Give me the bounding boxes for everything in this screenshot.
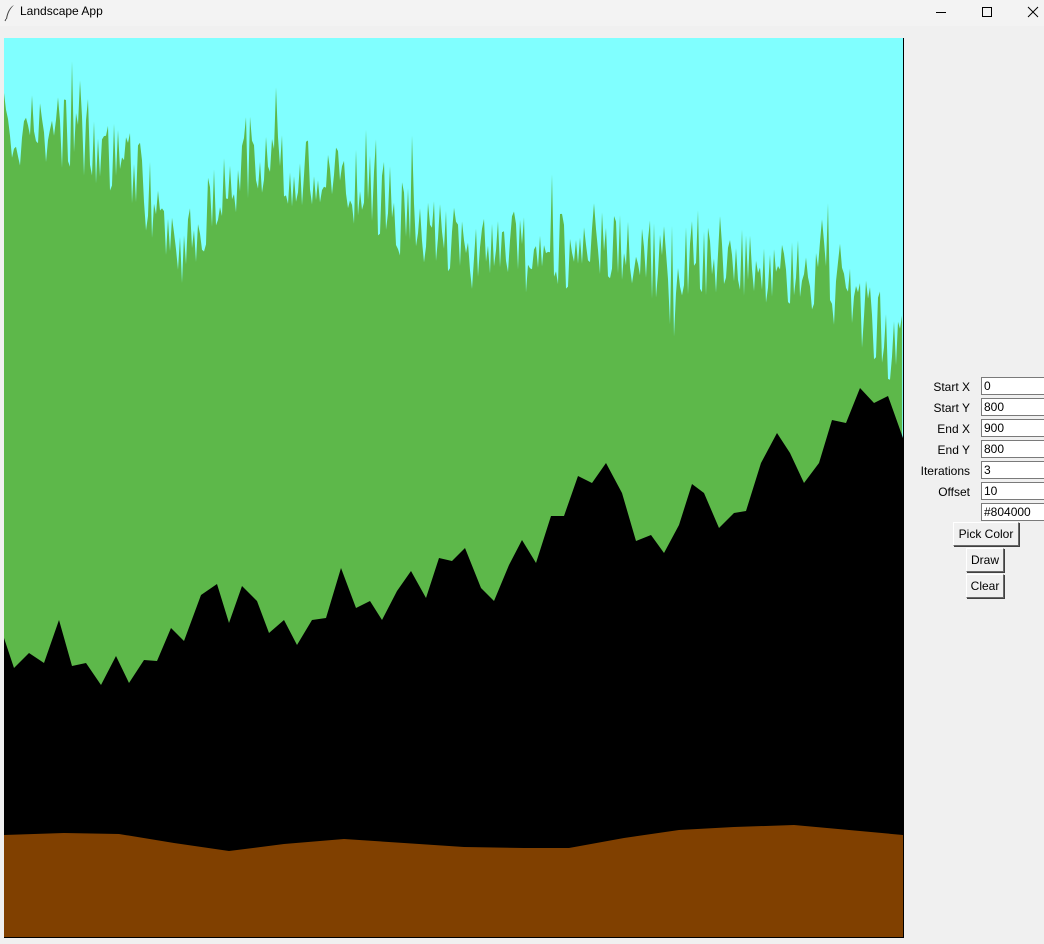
end-x-label: End X [937,422,970,436]
start-y-input[interactable] [981,398,1044,416]
end-y-input[interactable] [981,440,1044,458]
offset-label: Offset [938,485,970,499]
draw-button[interactable]: Draw [966,548,1004,572]
start-x-row: Start X [904,376,1044,397]
title-bar: Landscape App [0,0,1044,26]
minimize-icon [936,12,946,13]
landscape-drawing [4,38,903,937]
color-input[interactable] [981,503,1044,521]
close-icon [1027,6,1039,18]
landscape-canvas[interactable] [4,38,904,938]
window-title: Landscape App [20,4,103,18]
iterations-row: Iterations [904,460,1044,481]
offset-row: Offset [904,481,1044,502]
iterations-label: Iterations [920,464,970,478]
end-y-row: End Y [904,439,1044,460]
feather-icon [4,5,14,22]
control-panel: Start X Start Y End X End Y Iterations O… [904,376,1044,606]
pick-color-button[interactable]: Pick Color [953,522,1019,546]
maximize-icon [982,7,992,17]
maximize-button[interactable] [964,0,1010,24]
close-button[interactable] [1010,0,1044,24]
end-x-input[interactable] [981,419,1044,437]
start-y-label: Start Y [933,401,970,415]
end-x-row: End X [904,418,1044,439]
minimize-button[interactable] [918,0,964,24]
start-y-row: Start Y [904,397,1044,418]
offset-input[interactable] [981,482,1044,500]
clear-button[interactable]: Clear [966,574,1004,598]
end-y-label: End Y [937,443,970,457]
color-row [904,502,1044,523]
iterations-input[interactable] [981,461,1044,479]
start-x-input[interactable] [981,377,1044,395]
start-x-label: Start X [933,380,970,394]
